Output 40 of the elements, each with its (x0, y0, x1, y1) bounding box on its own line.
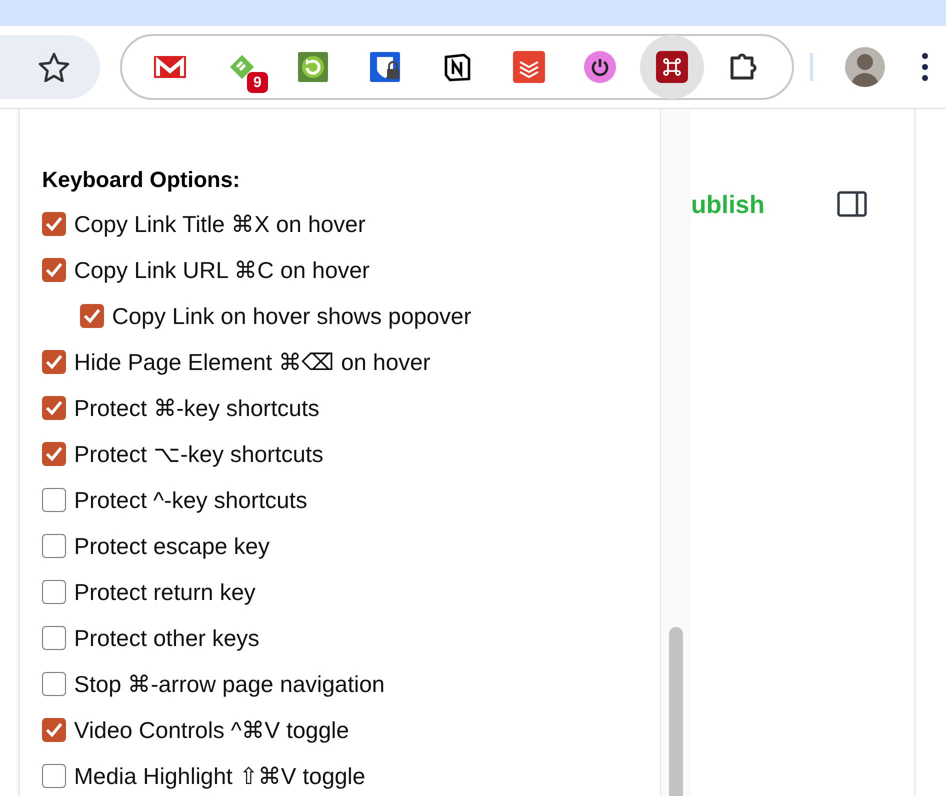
power-icon (584, 51, 616, 83)
checkbox[interactable] (42, 764, 66, 788)
checkbox[interactable] (42, 442, 66, 466)
checkbox[interactable] (42, 718, 66, 742)
option-label: Stop ⌘-arrow page navigation (74, 670, 385, 698)
option-label: Protect ⌥-key shortcuts (74, 440, 324, 468)
option-label: Media Highlight ⇧⌘V toggle (74, 762, 366, 790)
checkbox[interactable] (42, 534, 66, 558)
sidebar-toggle-icon[interactable] (836, 191, 867, 217)
option-label: Hide Page Element ⌘⌫ on hover (74, 348, 430, 376)
option-label: Copy Link on hover shows popover (112, 302, 472, 330)
option-label: Copy Link URL ⌘C on hover (74, 256, 370, 284)
more-icon[interactable] (921, 52, 929, 82)
envelope-icon (152, 54, 187, 80)
checkbox[interactable] (42, 580, 66, 604)
section-heading: Keyboard Options: (42, 167, 242, 193)
option-label: Video Controls ^⌘V toggle (74, 716, 350, 744)
command-key-icon (656, 51, 688, 83)
count-badge: 9 (247, 72, 268, 93)
extension-button[interactable]: 9 (210, 35, 274, 99)
checkbox[interactable] (42, 672, 66, 696)
checkbox[interactable] (42, 396, 66, 420)
checkbox[interactable] (80, 304, 104, 328)
option-label: Protect other keys (74, 624, 260, 652)
shield-lock-icon (369, 51, 402, 83)
option-label: Protect escape key (74, 532, 270, 560)
option-label: Protect ^-key shortcuts (74, 486, 308, 514)
option-label: Protect ⌘-key shortcuts (74, 394, 320, 422)
checkbox[interactable] (42, 212, 66, 236)
scrollbar[interactable] (660, 109, 691, 796)
avatar[interactable] (845, 47, 885, 87)
option-label: Protect return key (74, 578, 256, 606)
layers-icon (512, 51, 545, 83)
checkbox[interactable] (42, 350, 66, 374)
checkbox[interactable] (42, 258, 66, 282)
checkbox[interactable] (42, 626, 66, 650)
star-icon[interactable] (38, 52, 70, 82)
refresh-icon (297, 51, 330, 83)
checkbox[interactable] (42, 488, 66, 512)
option-label: Copy Link Title ⌘X on hover (74, 210, 366, 238)
